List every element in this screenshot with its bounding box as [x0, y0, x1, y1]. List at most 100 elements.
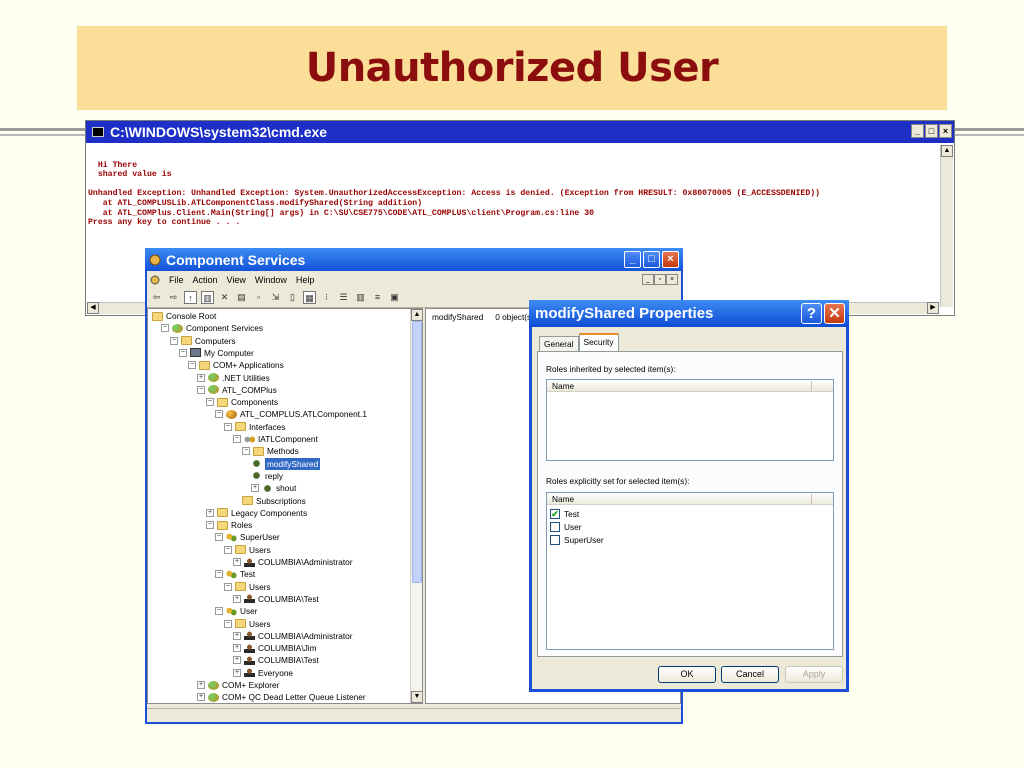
collapse-icon[interactable]: −: [224, 545, 232, 554]
expand-icon[interactable]: +: [233, 631, 241, 640]
tree-node[interactable]: + COLUMBIA\Test: [233, 654, 319, 666]
tree-node[interactable]: − IATLComponent: [233, 433, 318, 445]
status-view-icon[interactable]: ≡: [371, 291, 384, 304]
system-menu-icon[interactable]: [150, 275, 160, 285]
tree-node[interactable]: − Computers: [170, 335, 236, 347]
tree-node[interactable]: modifyShared: [251, 457, 321, 470]
tree-node[interactable]: − Methods: [242, 445, 299, 457]
properties-icon[interactable]: ▤: [235, 291, 248, 304]
tree-node[interactable]: + COLUMBIA\Administrator: [233, 556, 353, 568]
mdi-minimize-button[interactable]: _: [642, 274, 654, 285]
cmd-vertical-scrollbar[interactable]: ▲: [940, 145, 953, 307]
mdi-restore-button[interactable]: ▫: [654, 274, 666, 285]
expand-icon[interactable]: +: [233, 594, 241, 603]
tab-general[interactable]: General: [539, 336, 579, 352]
tree-node[interactable]: + COLUMBIA\Jim: [233, 642, 317, 654]
back-arrow-icon[interactable]: ⇦: [150, 291, 163, 304]
role-checkbox[interactable]: [550, 535, 560, 545]
list-view-icon[interactable]: ☰: [337, 291, 350, 304]
large-icons-icon[interactable]: ▦: [303, 291, 316, 304]
expand-icon[interactable]: +: [206, 508, 214, 517]
expand-icon[interactable]: +: [251, 484, 259, 493]
maximize-button[interactable]: □: [925, 124, 938, 138]
expand-icon[interactable]: +: [197, 373, 205, 382]
apply-button[interactable]: Apply: [785, 666, 843, 683]
collapse-icon[interactable]: −: [224, 582, 232, 591]
scroll-up-icon[interactable]: ▲: [411, 309, 422, 321]
expand-icon[interactable]: +: [233, 656, 241, 665]
tree-node[interactable]: − Interfaces: [224, 421, 285, 433]
tree-node[interactable]: + COM+ QC Dead Letter Queue Listener: [197, 691, 366, 703]
scroll-thumb[interactable]: [412, 321, 422, 583]
detail-view-icon[interactable]: ▥: [354, 291, 367, 304]
tree-node[interactable]: − Test: [215, 568, 255, 580]
help-icon[interactable]: ▯: [286, 291, 299, 304]
collapse-icon[interactable]: −: [161, 324, 169, 333]
scroll-right-icon[interactable]: ▶: [927, 302, 939, 314]
tree-node[interactable]: − Roles: [206, 519, 252, 531]
role-item[interactable]: SuperUser: [550, 534, 604, 546]
role-item[interactable]: User: [550, 521, 582, 533]
menu-help[interactable]: Help: [296, 275, 315, 285]
show-tree-icon[interactable]: ▥: [201, 291, 214, 304]
menu-view[interactable]: View: [227, 275, 246, 285]
minimize-button[interactable]: _: [911, 124, 924, 138]
close-button[interactable]: ✕: [824, 303, 845, 324]
collapse-icon[interactable]: −: [224, 619, 232, 628]
inherited-name-column[interactable]: Name: [547, 380, 833, 392]
forward-arrow-icon[interactable]: ⇨: [167, 291, 180, 304]
collapse-icon[interactable]: −: [188, 361, 196, 370]
menu-file[interactable]: File: [169, 275, 184, 285]
ok-button[interactable]: OK: [658, 666, 716, 683]
scroll-down-icon[interactable]: ▼: [411, 691, 422, 703]
collapse-icon[interactable]: −: [215, 410, 223, 419]
cmd-titlebar[interactable]: C:\WINDOWS\system32\cmd.exe: [86, 121, 954, 143]
expand-icon[interactable]: +: [233, 644, 241, 653]
collapse-icon[interactable]: −: [233, 435, 241, 443]
tree-node[interactable]: + .NET Utilities: [197, 372, 270, 384]
scroll-up-icon[interactable]: ▲: [941, 145, 953, 157]
refresh-icon[interactable]: ▫: [252, 291, 265, 304]
small-icons-icon[interactable]: ⁝: [320, 291, 333, 304]
explicit-roles-list[interactable]: Name ✔ Test User SuperUser: [546, 492, 834, 650]
delete-icon[interactable]: ✕: [218, 291, 231, 304]
tree-node[interactable]: − Users: [224, 581, 271, 593]
close-button[interactable]: ×: [662, 251, 679, 268]
collapse-icon[interactable]: −: [179, 348, 187, 357]
inherited-roles-list[interactable]: Name: [546, 379, 834, 461]
up-folder-icon[interactable]: ↑: [184, 291, 197, 304]
cancel-button[interactable]: Cancel: [721, 666, 779, 683]
tab-security[interactable]: Security: [578, 333, 619, 352]
tree-node[interactable]: − COM+ Applications: [188, 359, 284, 371]
tree-node[interactable]: − My Computer: [179, 347, 254, 359]
menu-window[interactable]: Window: [255, 275, 287, 285]
computer-icon[interactable]: ▣: [388, 291, 401, 304]
tree-vertical-scrollbar[interactable]: ▲ ▼: [410, 309, 422, 703]
collapse-icon[interactable]: −: [242, 447, 250, 456]
role-item[interactable]: ✔ Test: [550, 508, 579, 520]
tree-node[interactable]: + Everyone: [233, 667, 293, 679]
collapse-icon[interactable]: −: [215, 570, 223, 579]
collapse-icon[interactable]: −: [224, 422, 232, 431]
collapse-icon[interactable]: −: [206, 398, 214, 407]
cs-titlebar[interactable]: Component Services: [145, 248, 683, 271]
tree-node[interactable]: − User: [215, 605, 258, 617]
scroll-left-icon[interactable]: ◀: [87, 302, 99, 314]
tree-node[interactable]: − Component Services: [161, 322, 263, 334]
collapse-icon[interactable]: −: [215, 607, 223, 616]
mdi-close-button[interactable]: ×: [666, 274, 678, 285]
tree-node[interactable]: − Users: [224, 544, 271, 556]
tree-node[interactable]: Subscriptions: [242, 495, 306, 507]
expand-icon[interactable]: +: [233, 558, 241, 566]
minimize-button[interactable]: _: [624, 251, 641, 268]
tree-node[interactable]: + shout: [251, 482, 296, 494]
menu-action[interactable]: Action: [193, 275, 218, 285]
collapse-icon[interactable]: −: [197, 385, 205, 394]
export-icon[interactable]: ⇲: [269, 291, 282, 304]
expand-icon[interactable]: +: [233, 668, 241, 677]
close-button[interactable]: ×: [939, 124, 952, 138]
tree-node[interactable]: − Components: [206, 396, 278, 408]
tree-node[interactable]: + Legacy Components: [206, 507, 307, 519]
tree-node[interactable]: − ATL_COMPlus: [197, 384, 277, 396]
tree-node[interactable]: − SuperUser: [215, 531, 280, 543]
